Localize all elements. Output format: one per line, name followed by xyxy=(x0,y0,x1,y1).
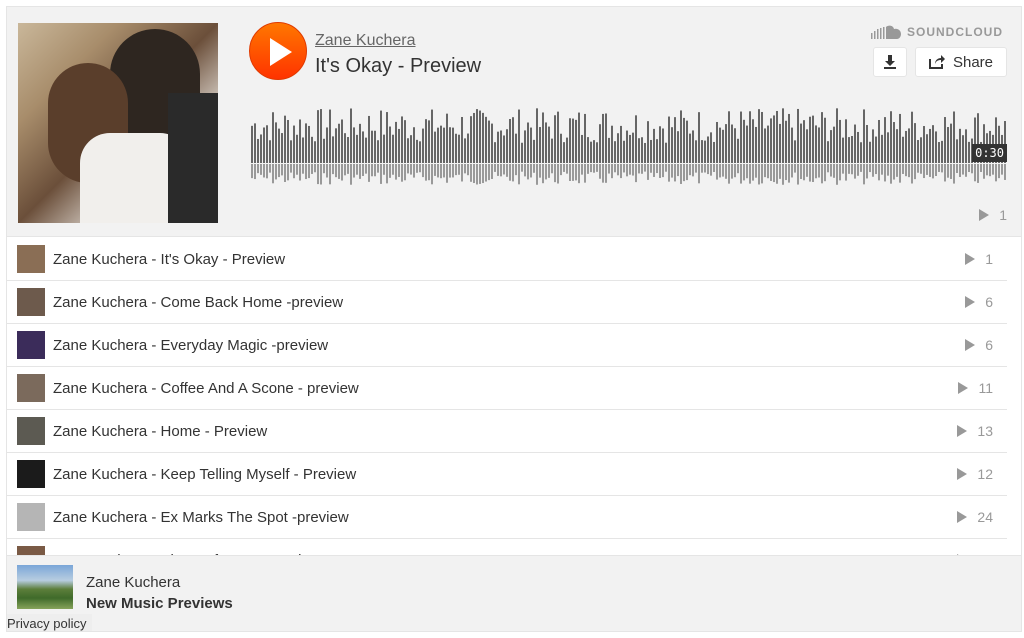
track-artwork[interactable] xyxy=(18,23,218,223)
play-count-icon xyxy=(957,425,968,437)
track-thumbnail xyxy=(17,374,45,402)
play-count-icon xyxy=(958,382,969,394)
share-icon xyxy=(928,55,945,69)
play-icon xyxy=(270,38,292,66)
track-thumbnail xyxy=(17,245,45,273)
playlist-artwork[interactable] xyxy=(17,565,73,609)
playlist-title[interactable]: New Music Previews xyxy=(86,595,233,612)
play-count: 1 xyxy=(979,207,1007,223)
cloud-icon xyxy=(871,25,901,39)
soundcloud-logo[interactable]: SOUNDCLOUD xyxy=(871,25,1003,39)
track-row-plays: 1 xyxy=(965,251,993,267)
track-row-plays: 6 xyxy=(965,337,993,353)
track-duration: 0:30 xyxy=(972,144,1007,162)
track-list: Zane Kuchera - It's Okay - Preview 1 Zane … xyxy=(7,238,1007,556)
footer-user-link[interactable]: Zane Kuchera xyxy=(86,574,180,591)
track-row[interactable]: Zane Kuchera - Come Back Home -preview 6 xyxy=(7,281,1007,324)
share-label: Share xyxy=(952,53,994,71)
track-thumbnail xyxy=(17,331,45,359)
play-count-icon xyxy=(957,511,968,523)
track-row[interactable]: Zane Kuchera - Everyday Magic -preview 6 xyxy=(7,324,1007,367)
play-count-icon xyxy=(979,209,990,221)
track-title[interactable]: It's Okay - Preview xyxy=(315,55,481,78)
player-header: Zane Kuchera It's Okay - Preview SOUNDCL… xyxy=(7,7,1021,237)
play-button[interactable] xyxy=(249,22,307,80)
track-row-plays: 24 xyxy=(957,509,993,525)
track-row-title: Zane Kuchera - Coffee And A Scone - prev… xyxy=(53,379,359,397)
play-count-icon xyxy=(965,296,976,308)
track-row-title: Zane Kuchera - Ex Marks The Spot -previe… xyxy=(53,508,349,526)
play-count-icon xyxy=(965,253,976,265)
track-row-title: Zane Kuchera - Come Back Home -preview xyxy=(53,293,344,311)
track-row-title: Zane Kuchera - It's Okay - Preview xyxy=(53,250,286,268)
track-row-title: Zane Kuchera - Everyday Magic -preview xyxy=(53,336,329,354)
track-row[interactable]: Zane Kuchera - Piece Of Your ...preview1… xyxy=(7,539,1007,556)
track-row-plays: 12 xyxy=(957,466,993,482)
privacy-policy-link[interactable]: Privacy policy xyxy=(7,614,93,631)
download-button[interactable] xyxy=(873,47,907,77)
action-buttons: Share xyxy=(873,47,1007,77)
track-row[interactable]: Zane Kuchera - It's Okay - Preview 1 xyxy=(7,238,1007,281)
track-row[interactable]: Zane Kuchera - Home - Preview 13 xyxy=(7,410,1007,453)
brand-text: SOUNDCLOUD xyxy=(907,25,1003,39)
track-row[interactable]: Zane Kuchera - Keep Telling Myself - Pre… xyxy=(7,453,1007,496)
artist-link[interactable]: Zane Kuchera xyxy=(315,32,416,50)
playlist-footer: Zane Kuchera New Music Previews Privacy … xyxy=(7,555,1021,631)
track-row-plays: 11 xyxy=(958,380,993,396)
play-count-icon xyxy=(957,468,968,480)
track-row[interactable]: Zane Kuchera - Coffee And A Scone - prev… xyxy=(7,367,1007,410)
share-button[interactable]: Share xyxy=(915,47,1007,77)
track-row-title: Zane Kuchera - Home - Preview xyxy=(53,422,268,440)
soundcloud-widget: Zane Kuchera It's Okay - Preview SOUNDCL… xyxy=(6,6,1022,632)
download-icon xyxy=(884,55,896,69)
track-row-plays: 6 xyxy=(965,294,993,310)
play-count-icon xyxy=(965,339,976,351)
waveform[interactable] xyxy=(251,105,1007,185)
track-thumbnail xyxy=(17,503,45,531)
scrollbar[interactable] xyxy=(1007,238,1021,556)
track-row-title: Zane Kuchera - Keep Telling Myself - Pre… xyxy=(53,465,357,483)
track-row[interactable]: Zane Kuchera - Ex Marks The Spot -previe… xyxy=(7,496,1007,539)
track-row-plays: 13 xyxy=(957,423,993,439)
track-thumbnail xyxy=(17,460,45,488)
track-thumbnail xyxy=(17,417,45,445)
track-thumbnail xyxy=(17,288,45,316)
